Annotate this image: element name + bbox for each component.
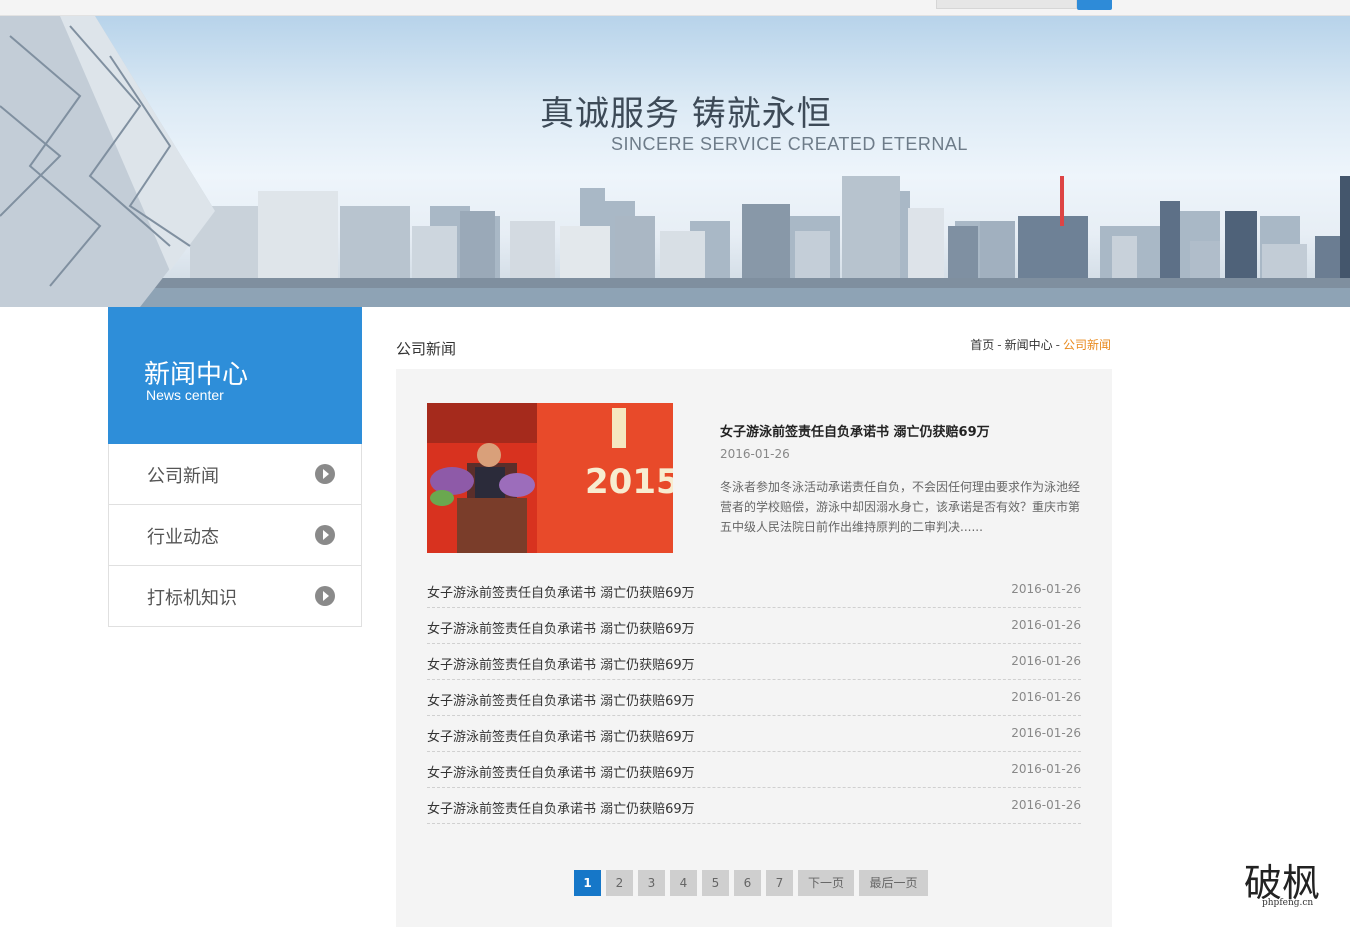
page-2-button[interactable]: 2 [606,870,633,896]
banner-title: 真诚服务 铸就永恒 [540,94,832,134]
breadcrumb-home-link[interactable]: 首页 [970,338,994,352]
top-search-input[interactable] [936,0,1077,9]
breadcrumb-section-link[interactable]: 新闻中心 [1005,338,1053,352]
featured-news-title[interactable]: 女子游泳前签责任自负承诺书 溺亡仍获赔69万 [720,421,990,440]
list-item: 女子游泳前签责任自负承诺书 溺亡仍获赔69万 2016-01-26 [427,572,1081,608]
list-item: 女子游泳前签责任自负承诺书 溺亡仍获赔69万 2016-01-26 [427,752,1081,788]
sidebar-item-label: 打标机知识 [147,588,237,609]
arrow-right-icon [315,586,335,606]
banner-cityscape-image [0,16,1350,307]
news-title-link[interactable]: 女子游泳前签责任自负承诺书 溺亡仍获赔69万 [427,690,695,709]
sidebar-subtitle: News center [146,387,224,403]
last-page-button[interactable]: 最后一页 [859,870,928,896]
list-item: 女子游泳前签责任自负承诺书 溺亡仍获赔69万 2016-01-26 [427,644,1081,680]
news-date: 2016-01-26 [1011,582,1081,596]
sidebar-item-label: 行业动态 [147,527,219,548]
news-list: 女子游泳前签责任自负承诺书 溺亡仍获赔69万 2016-01-26 女子游泳前签… [427,572,1081,824]
news-title-link[interactable]: 女子游泳前签责任自负承诺书 溺亡仍获赔69万 [427,618,695,637]
sidebar-title: 新闻中心 [144,360,249,390]
news-title-link[interactable]: 女子游泳前签责任自负承诺书 溺亡仍获赔69万 [427,654,695,673]
featured-news-image[interactable]: 2015 [427,403,673,553]
featured-image-caption: 2015 [585,462,673,502]
top-search-button[interactable] [1077,0,1112,10]
arrow-right-icon [315,525,335,545]
news-date: 2016-01-26 [1011,654,1081,668]
next-page-button[interactable]: 下一页 [798,870,854,896]
breadcrumb-separator: - [997,338,1002,352]
list-item: 女子游泳前签责任自负承诺书 溺亡仍获赔69万 2016-01-26 [427,716,1081,752]
sidebar-item-industry-news[interactable]: 行业动态 [109,504,361,565]
sidebar-header: 新闻中心 News center [108,307,362,444]
page-7-button[interactable]: 7 [766,870,793,896]
featured-news-date: 2016-01-26 [720,447,790,461]
sidebar-item-label: 公司新闻 [147,466,219,487]
list-item: 女子游泳前签责任自负承诺书 溺亡仍获赔69万 2016-01-26 [427,608,1081,644]
banner: 真诚服务 铸就永恒 SINCERE SERVICE CREATED ETERNA… [0,16,1350,307]
page-6-button[interactable]: 6 [734,870,761,896]
sidebar-menu: 公司新闻 行业动态 打标机知识 [108,444,362,627]
news-date: 2016-01-26 [1011,798,1081,812]
banner-subtitle: SINCERE SERVICE CREATED ETERNAL [611,134,968,154]
breadcrumb-current: 公司新闻 [1062,338,1111,352]
top-bar [0,0,1350,16]
news-title-link[interactable]: 女子游泳前签责任自负承诺书 溺亡仍获赔69万 [427,798,695,817]
news-date: 2016-01-26 [1011,690,1081,704]
news-title-link[interactable]: 女子游泳前签责任自负承诺书 溺亡仍获赔69万 [427,762,695,781]
page-title: 公司新闻 [396,340,457,358]
news-date: 2016-01-26 [1011,618,1081,632]
page-3-button[interactable]: 3 [638,870,665,896]
page-5-button[interactable]: 5 [702,870,729,896]
page-1-button[interactable]: 1 [574,870,601,896]
news-content: 2015 女子游泳前签责任自负承诺书 溺亡仍获赔69万 2016-01-26 冬… [396,369,1112,927]
page-4-button[interactable]: 4 [670,870,697,896]
news-date: 2016-01-26 [1011,726,1081,740]
list-item: 女子游泳前签责任自负承诺书 溺亡仍获赔69万 2016-01-26 [427,680,1081,716]
watermark-domain: phpfeng.cn [1262,898,1314,908]
breadcrumb-separator: - [1055,338,1060,352]
news-title-link[interactable]: 女子游泳前签责任自负承诺书 溺亡仍获赔69万 [427,582,695,601]
sidebar-item-company-news[interactable]: 公司新闻 [109,444,361,504]
news-title-link[interactable]: 女子游泳前签责任自负承诺书 溺亡仍获赔69万 [427,726,695,745]
featured-news-summary: 冬泳者参加冬泳活动承诺责任自负，不会因任何理由要求作为泳池经营者的学校赔偿，游泳… [720,480,1081,534]
arrow-right-icon [315,464,335,484]
breadcrumb: 首页 - 新闻中心 - 公司新闻 [970,336,1111,353]
news-date: 2016-01-26 [1011,762,1081,776]
sidebar-item-marking-knowledge[interactable]: 打标机知识 [109,565,361,626]
list-item: 女子游泳前签责任自负承诺书 溺亡仍获赔69万 2016-01-26 [427,788,1081,824]
